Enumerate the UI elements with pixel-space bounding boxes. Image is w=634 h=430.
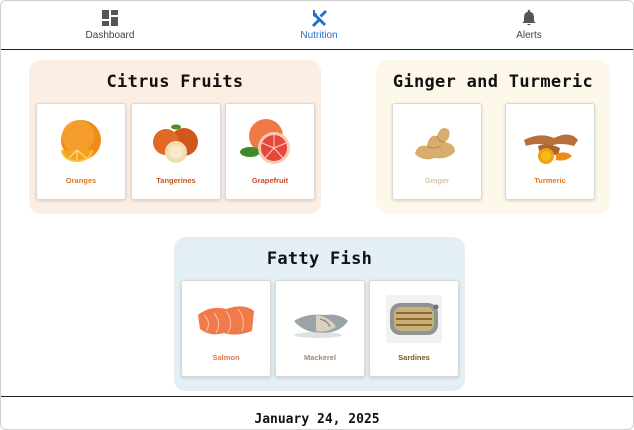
nav-item-alerts[interactable]: Alerts <box>469 9 589 41</box>
dashboard-icon <box>102 10 118 26</box>
nav-label-nutrition: Nutrition <box>300 30 338 41</box>
tangerine-image <box>153 124 198 163</box>
nav-label-alerts: Alerts <box>516 30 542 41</box>
sardines-image <box>386 295 442 343</box>
fork-knife-icon <box>312 10 327 27</box>
ginger-image <box>415 128 455 160</box>
food-label: Ginger <box>424 176 450 185</box>
food-label: Oranges <box>65 176 97 185</box>
food-card-mackerel[interactable]: Mackerel <box>275 280 365 377</box>
fatty-fish-panel: Fatty Fish Salmon Mackerel Sardines <box>174 237 465 391</box>
mackerel-image <box>294 314 348 338</box>
fatty-fish-title: Fatty Fish <box>266 249 373 269</box>
food-card-oranges[interactable]: Oranges <box>36 103 126 200</box>
nav-item-nutrition[interactable]: Nutrition <box>259 9 379 41</box>
nav-item-dashboard[interactable]: Dashboard <box>50 9 170 41</box>
footer-divider <box>1 396 633 397</box>
footer-date: January 24, 2025 <box>254 412 380 427</box>
orange-image <box>61 120 101 162</box>
turmeric-image <box>524 134 578 164</box>
food-label: Tangerines <box>156 176 196 185</box>
food-label: Sardines <box>398 353 430 362</box>
citrus-title: Citrus Fruits <box>106 72 244 92</box>
citrus-panel: Citrus Fruits Oranges Tangerines Grapefr… <box>29 60 321 214</box>
food-card-sardines[interactable]: Sardines <box>369 280 459 377</box>
food-label: Mackerel <box>303 353 337 362</box>
salmon-image <box>198 306 254 335</box>
food-label: Salmon <box>212 353 240 362</box>
top-nav: Dashboard Nutrition Alerts <box>1 1 633 50</box>
food-card-grapefruit[interactable]: Grapefruit <box>225 103 315 200</box>
ginger-turmeric-panel: Ginger and Turmeric Ginger Turmeric <box>376 60 610 214</box>
app-frame: Dashboard Nutrition Alerts Citrus Fruits <box>0 0 634 430</box>
grapefruit-image <box>240 119 290 164</box>
food-label: Turmeric <box>534 176 566 185</box>
food-card-ginger[interactable]: Ginger <box>392 103 482 200</box>
food-label: Grapefruit <box>251 176 289 185</box>
nav-label-dashboard: Dashboard <box>85 30 135 41</box>
food-card-turmeric[interactable]: Turmeric <box>505 103 595 200</box>
food-card-tangerines[interactable]: Tangerines <box>131 103 221 200</box>
bell-icon <box>522 9 536 26</box>
ginger-turmeric-title: Ginger and Turmeric <box>392 72 594 92</box>
food-card-salmon[interactable]: Salmon <box>181 280 271 377</box>
